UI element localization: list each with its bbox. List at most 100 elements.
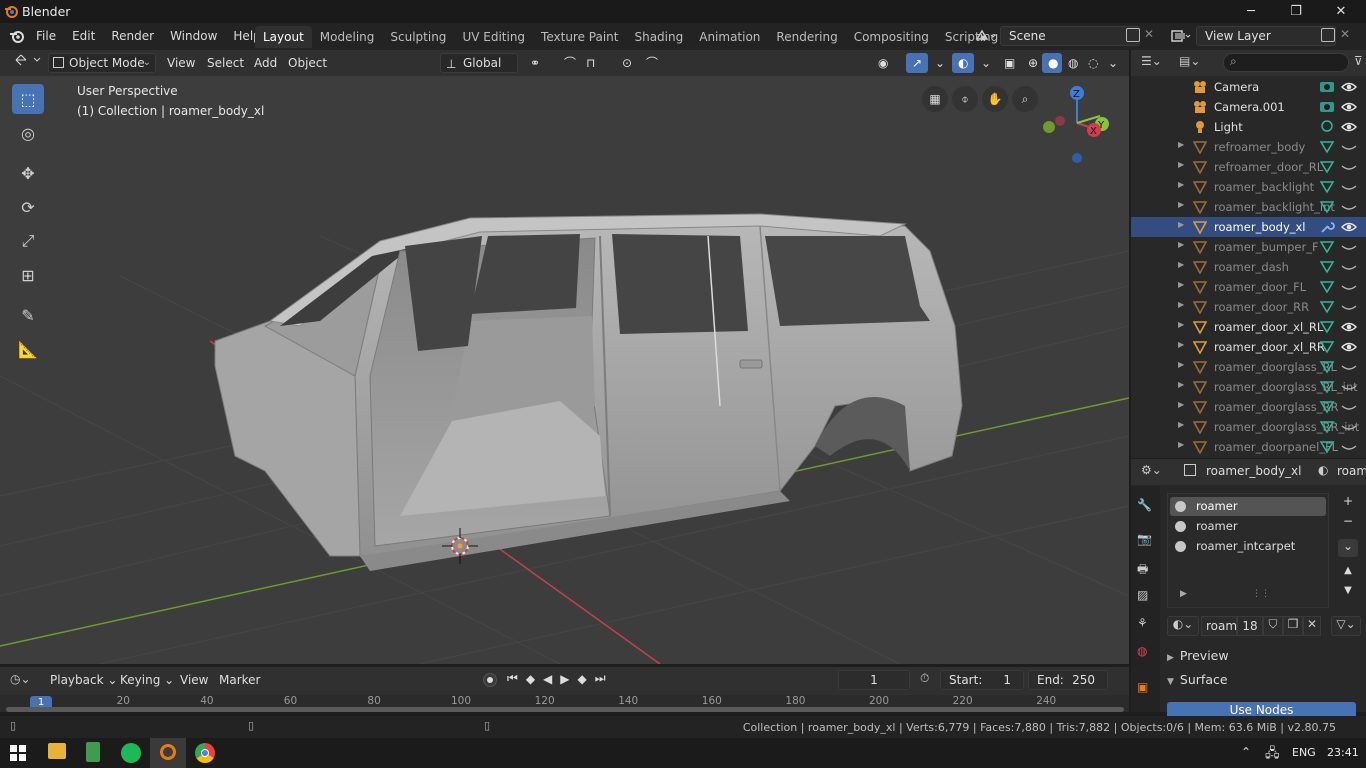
visibility-eye-icon[interactable]	[1341, 220, 1357, 234]
new-scene-icon[interactable]	[1126, 28, 1140, 42]
tab-shading[interactable]: Shading	[626, 26, 691, 48]
timeline-ruler[interactable]: 1 20 40 60 80 100 120 140 160 180 200 220 240	[0, 695, 1129, 712]
wireframe-shading-icon[interactable]: ⊕	[1022, 53, 1042, 73]
close-button[interactable]: ✕	[1318, 0, 1364, 23]
tab-layout[interactable]: Layout	[255, 26, 312, 48]
hidden-eye-icon[interactable]	[1341, 160, 1357, 174]
mesh-data-icon[interactable]	[1319, 280, 1335, 294]
tab-modeling[interactable]: Modeling	[312, 26, 383, 48]
display-mode-icon[interactable]: ▤⌄	[1179, 54, 1200, 68]
jump-end-icon[interactable]: ⏭	[595, 671, 614, 686]
expand-arrow-icon[interactable]: ▶	[1178, 300, 1184, 309]
pan-hand-icon[interactable]: ✋	[982, 86, 1008, 112]
blender-taskbar-icon[interactable]	[150, 738, 186, 768]
mesh-data-icon[interactable]	[1319, 160, 1335, 174]
chrome-icon[interactable]	[195, 743, 215, 763]
outliner-item[interactable]: ▶ roamer_door_RR	[1131, 297, 1366, 317]
expand-arrow-icon[interactable]: ▶	[1178, 380, 1184, 389]
material-slot-item[interactable]: roamer	[1170, 517, 1326, 536]
remove-slot-button[interactable]: −	[1338, 514, 1358, 532]
visibility-eye-icon[interactable]	[1341, 340, 1357, 354]
outliner-item[interactable]: ▶ refroamer_door_RL	[1131, 157, 1366, 177]
hidden-eye-icon[interactable]	[1341, 360, 1357, 374]
falloff-icon[interactable]: ⌒	[640, 53, 668, 73]
view-layer-tab-icon[interactable]: ▨	[1137, 588, 1155, 606]
jump-start-icon[interactable]: ⏮	[507, 671, 526, 686]
expand-arrow-icon[interactable]: ▶	[1178, 420, 1184, 429]
menu-keying[interactable]: Keying ⌄	[114, 670, 180, 690]
mesh-data-icon[interactable]	[1319, 440, 1335, 454]
spotify-icon[interactable]	[121, 743, 141, 763]
shading-dropdown-icon[interactable]: ⌄	[1102, 53, 1118, 73]
camera-data-icon[interactable]	[1319, 80, 1335, 94]
expand-triangle-icon[interactable]: ▶	[1180, 589, 1187, 599]
material-shading-icon[interactable]: ◍	[1062, 53, 1082, 73]
show-hidden-icons-icon[interactable]: ⌃	[1241, 745, 1251, 759]
expand-arrow-icon[interactable]: ▶	[1178, 340, 1184, 349]
maximize-button[interactable]: ❐	[1273, 0, 1319, 23]
scene-name-field[interactable]: Scene	[1000, 26, 1140, 46]
browse-material-button[interactable]: ◐⌄	[1167, 616, 1199, 636]
expand-arrow-icon[interactable]: ▶	[1178, 220, 1184, 229]
camera-data-icon[interactable]	[1319, 100, 1335, 114]
outliner-search-input[interactable]: ⌕	[1223, 53, 1349, 72]
expand-arrow-icon[interactable]: ▶	[1178, 260, 1184, 269]
outliner-item[interactable]: ▶ roamer_doorglass_RL_int	[1131, 377, 1366, 397]
menu-window[interactable]: Window	[162, 25, 225, 47]
hidden-eye-icon[interactable]	[1341, 400, 1357, 414]
hidden-eye-icon[interactable]	[1341, 380, 1357, 394]
blender-menu-icon[interactable]	[9, 29, 25, 44]
solid-shading-icon[interactable]: ●	[1042, 53, 1062, 73]
rotate-tool-icon[interactable]: ⟳	[12, 192, 44, 222]
overlays-toggle-icon[interactable]: ◐	[952, 53, 974, 73]
outliner-item[interactable]: ▶ roamer_doorglass_RR_int	[1131, 417, 1366, 437]
expand-arrow-icon[interactable]: ▶	[1178, 360, 1184, 369]
rendered-shading-icon[interactable]: ◌	[1082, 53, 1102, 73]
navigation-gizmo[interactable]: Z Y X	[1043, 86, 1109, 163]
remove-scene-icon[interactable]: ✕	[1144, 27, 1154, 41]
play-reverse-icon[interactable]: ◀	[543, 672, 560, 686]
new-view-layer-icon[interactable]	[1321, 28, 1335, 42]
visibility-eye-icon[interactable]	[1341, 100, 1357, 114]
filter-icon[interactable]: ⊽	[1354, 54, 1363, 68]
light-data-icon[interactable]	[1319, 120, 1335, 134]
mesh-data-icon[interactable]	[1319, 200, 1335, 214]
visibility-eye-icon[interactable]	[1341, 80, 1357, 94]
timeline-scrollbar[interactable]	[6, 707, 1124, 712]
properties-editor-type-icon[interactable]: ⚙⌄	[1141, 463, 1162, 477]
transform-tool-icon[interactable]: ⊞	[12, 260, 44, 290]
tab-rendering[interactable]: Rendering	[768, 26, 845, 48]
material-link-dropdown[interactable]: ▽⌄	[1331, 616, 1361, 636]
menu-marker[interactable]: Marker	[213, 670, 266, 690]
outliner-item[interactable]: ▶ roamer_door_FL	[1131, 277, 1366, 297]
proportional-edit-icon[interactable]: ⊙	[616, 53, 638, 73]
menu-file[interactable]: File	[28, 25, 64, 47]
material-user-count[interactable]: 18	[1237, 616, 1263, 636]
add-slot-button[interactable]: +	[1338, 494, 1358, 512]
notepad-icon[interactable]	[86, 742, 100, 762]
outliner-item[interactable]: ▶ refroamer_body	[1131, 137, 1366, 157]
outliner-item[interactable]: Camera	[1131, 77, 1366, 97]
transform-orientation-dropdown[interactable]: ⊥ Global	[440, 53, 518, 73]
mesh-data-icon[interactable]	[1319, 140, 1335, 154]
outliner-item[interactable]: ▶ roamer_doorpanel_FL	[1131, 437, 1366, 457]
modifier-wrench-icon[interactable]	[1319, 220, 1335, 234]
outliner-item[interactable]: ▶ roamer_backlight_int	[1131, 197, 1366, 217]
scene-icon[interactable]	[975, 29, 997, 43]
tab-texture-paint[interactable]: Texture Paint	[533, 26, 626, 48]
timeline-editor-type-icon[interactable]: ◷⌄	[10, 672, 31, 686]
select-box-tool-icon[interactable]: ⬚	[12, 84, 44, 114]
windows-start-icon[interactable]	[10, 745, 26, 761]
mesh-data-icon[interactable]	[1319, 340, 1335, 354]
visibility-filter-icon[interactable]: ◉	[872, 53, 906, 73]
overlays-dropdown-icon[interactable]: ⌄	[975, 53, 991, 73]
snap-icon[interactable]: ⌒	[558, 53, 580, 73]
outliner-item[interactable]: Light	[1131, 117, 1366, 137]
hidden-eye-icon[interactable]	[1341, 140, 1357, 154]
next-keyframe-icon[interactable]: ◆	[578, 672, 595, 686]
move-slot-down-button[interactable]: ▼	[1338, 585, 1358, 601]
expand-arrow-icon[interactable]: ▶	[1178, 180, 1184, 189]
gizmo-dropdown-icon[interactable]: ⌄	[929, 53, 945, 73]
material-slot-item[interactable]: roamer_intcarpet	[1170, 537, 1326, 556]
view-layer-icon[interactable]	[1170, 29, 1192, 43]
